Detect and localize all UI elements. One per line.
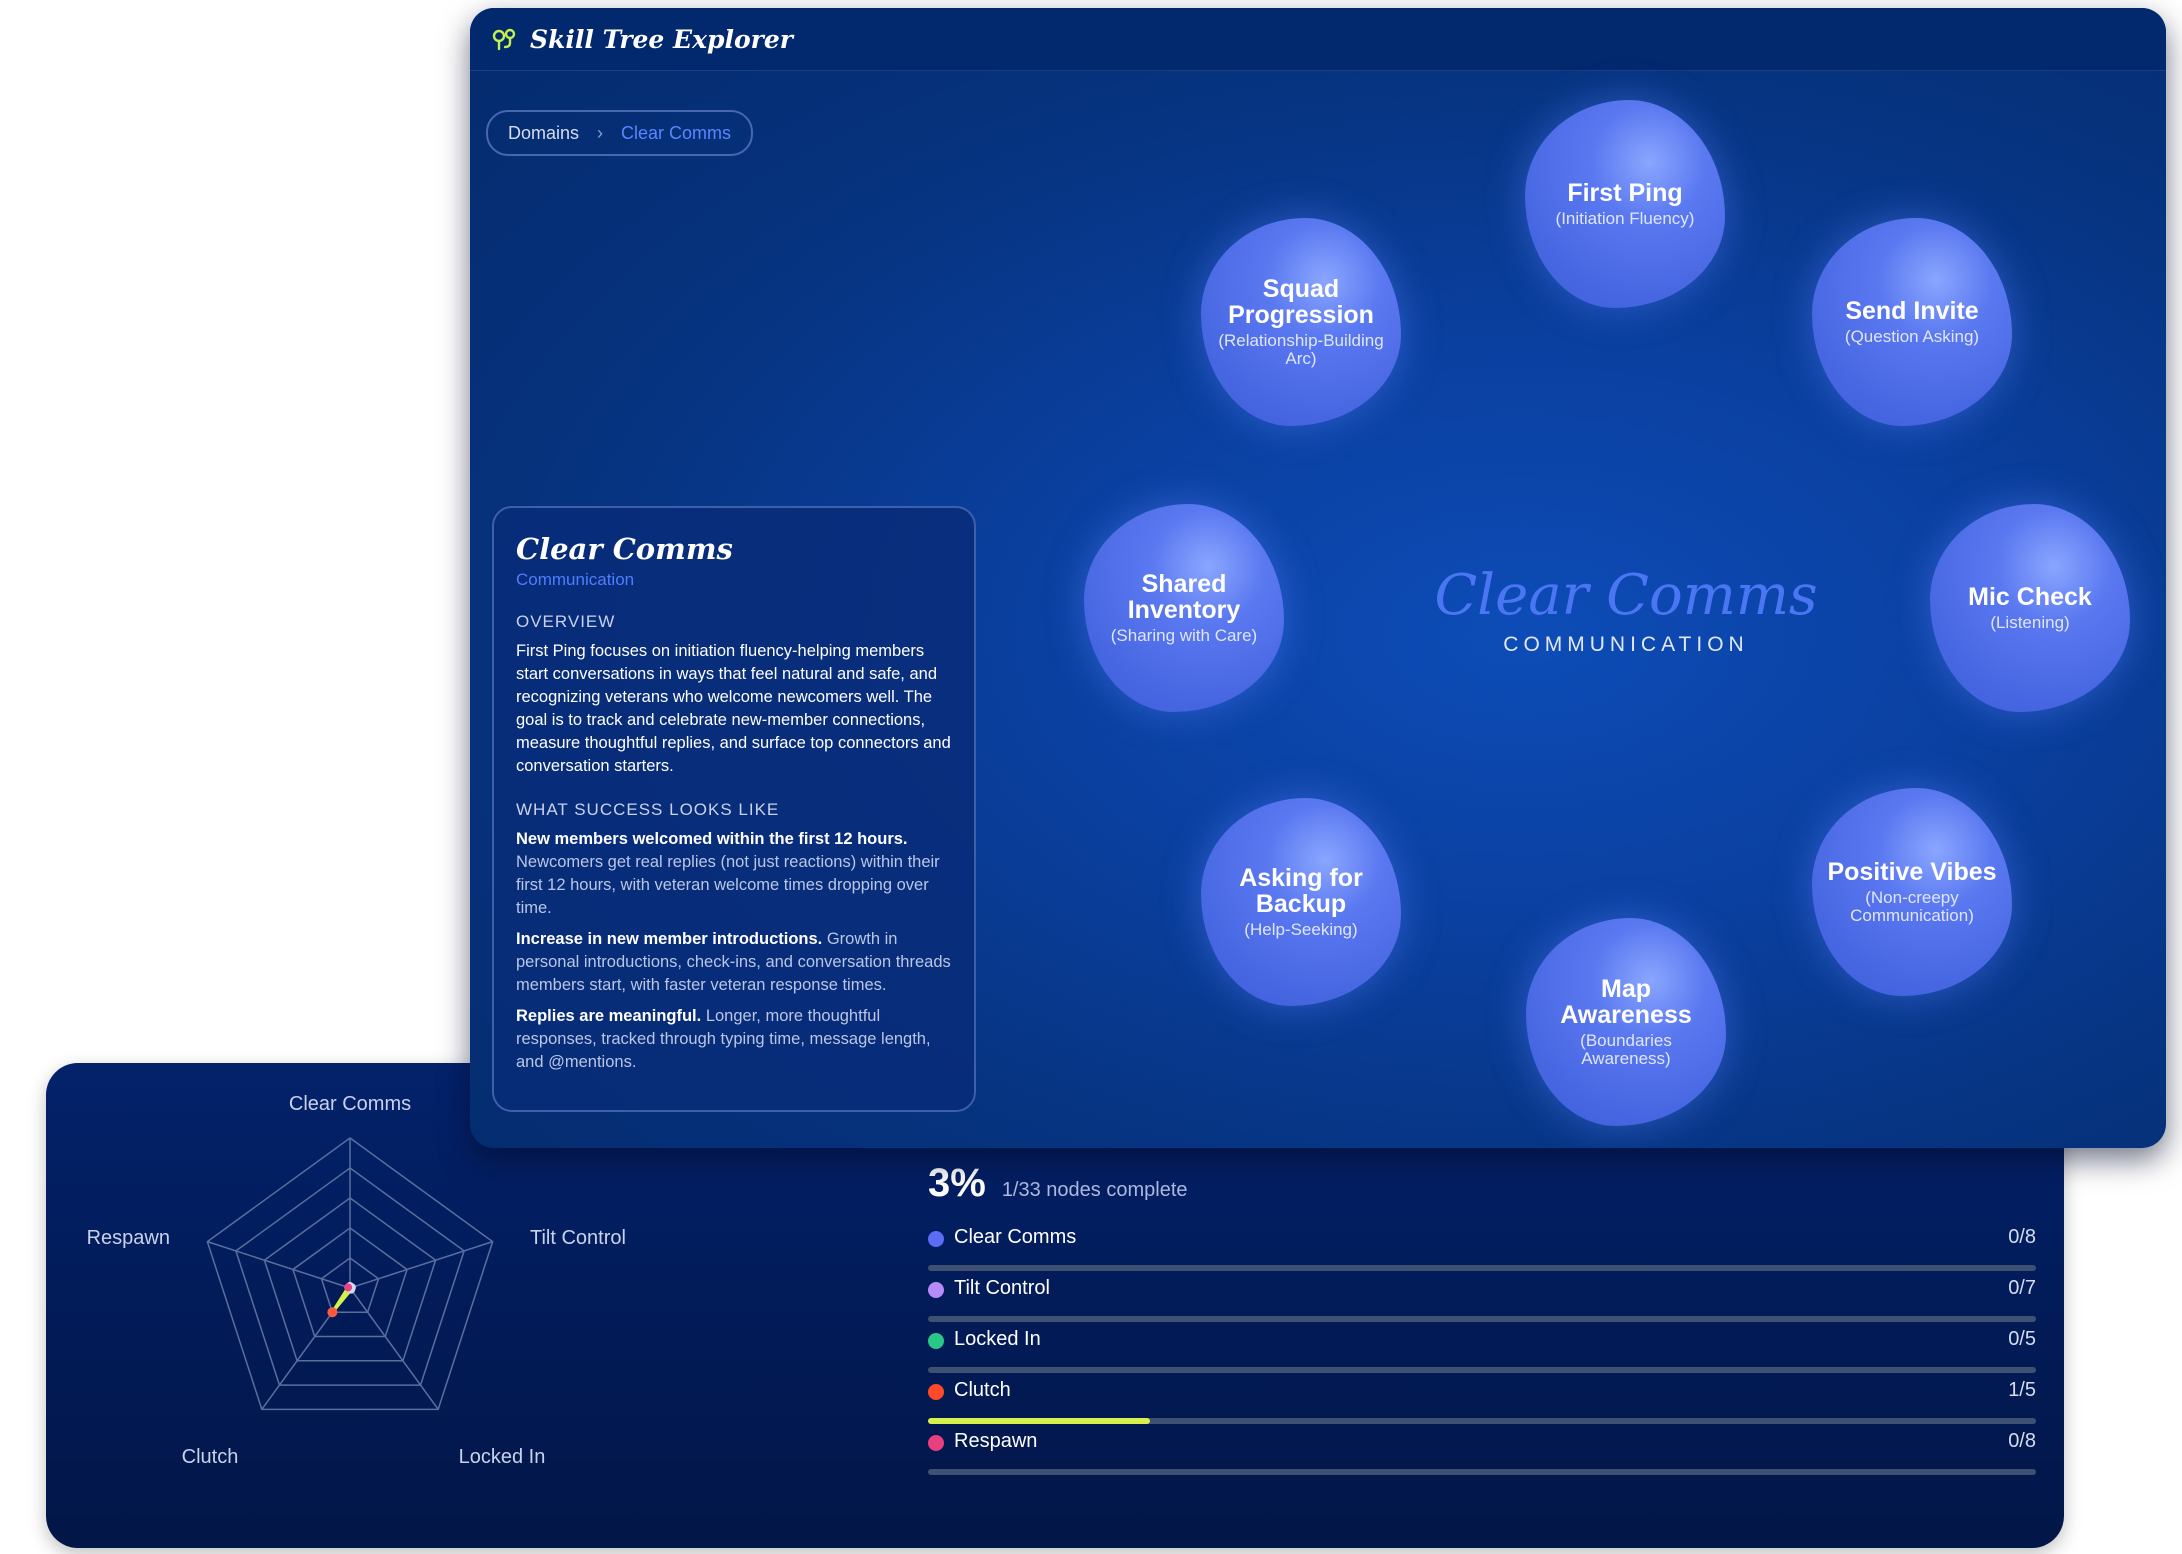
skill-node-mic-check[interactable]: Mic Check (Listening) xyxy=(1930,504,2130,712)
domain-count: 0/7 xyxy=(2008,1277,2036,1299)
domain-progress-bar xyxy=(928,1367,2036,1373)
node-title: First Ping xyxy=(1567,179,1683,207)
card-subtitle: Communication xyxy=(516,570,635,589)
node-title: Mic Check xyxy=(1968,583,2092,611)
domain-center-subtitle: COMMUNICATION xyxy=(1503,633,1749,656)
domain-progress-bar xyxy=(928,1265,2036,1271)
success-heading: WHAT SUCCESS LOOKS LIKE xyxy=(516,800,780,819)
progress-summary-text: 1/33 nodes complete xyxy=(1001,1179,1188,1201)
skill-node-shared-inventory[interactable]: Shared Inventory (Sharing with Care) xyxy=(1084,504,1284,712)
domain-color-dot xyxy=(928,1435,944,1451)
node-subtitle: (Help-Seeking) xyxy=(1244,920,1358,939)
radar-label-locked-in: Locked In xyxy=(459,1446,546,1468)
radar-label-clutch: Clutch xyxy=(182,1446,239,1468)
breadcrumb-domains-link[interactable]: Domains xyxy=(508,123,579,144)
node-title: Send Invite xyxy=(1845,297,1979,325)
breadcrumb: Domains › Clear Comms xyxy=(486,110,754,156)
node-title: Squad Progression xyxy=(1228,275,1374,329)
node-subtitle: (Relationship-Building Arc) xyxy=(1218,331,1384,368)
domain-row-tilt-control[interactable]: Tilt Control 0/7 xyxy=(928,1274,2036,1322)
radar-label-tilt-control: Tilt Control xyxy=(530,1227,626,1249)
node-subtitle: (Listening) xyxy=(1990,613,2070,632)
radar-spoke xyxy=(349,1240,493,1289)
radar-point-clutch xyxy=(327,1307,338,1318)
domain-row-locked-in[interactable]: Locked In 0/5 xyxy=(928,1325,2036,1373)
radar-label-respawn: Respawn xyxy=(87,1227,170,1249)
domain-name: Respawn xyxy=(954,1430,1038,1452)
node-subtitle: (Question Asking) xyxy=(1844,327,1980,346)
domain-progress-bar xyxy=(928,1418,2036,1424)
criterion-title: New members welcomed within the first 12… xyxy=(516,830,908,848)
criterion-title: Replies are meaningful. xyxy=(516,1007,702,1025)
breadcrumb-current[interactable]: Clear Comms xyxy=(621,123,731,144)
skill-node-positive-vibes[interactable]: Positive Vibes (Non-creepy Communication… xyxy=(1812,788,2012,996)
domain-color-dot xyxy=(928,1282,944,1298)
success-criterion: New members welcomed within the first 12… xyxy=(516,828,952,920)
domain-info-card: Clear Comms Communication OVERVIEW First… xyxy=(492,506,976,1112)
criterion-title: Increase in new member introductions. xyxy=(516,930,823,948)
domain-center-title: Clear Comms xyxy=(1434,563,1818,628)
node-subtitle: (Non-creepy Communication) xyxy=(1850,888,1974,925)
radar-grid xyxy=(206,1137,494,1411)
radar-spoke xyxy=(207,1240,351,1289)
domain-row-clutch[interactable]: Clutch 1/5 xyxy=(928,1376,2036,1424)
radar-label-clear-comms: Clear Comms xyxy=(289,1093,411,1115)
domain-count: 1/5 xyxy=(2008,1379,2036,1401)
domain-name: Tilt Control xyxy=(954,1277,1050,1299)
node-subtitle: (Boundaries Awareness) xyxy=(1580,1031,1672,1068)
skill-tree-window: Skill Tree Explorer Domains › Clear Comm… xyxy=(470,8,2166,1148)
overview-text: First Ping focuses on initiation fluency… xyxy=(516,642,951,775)
progress-summary: 3% 1/33 nodes complete xyxy=(928,1161,1188,1206)
overview-heading: OVERVIEW xyxy=(516,612,616,631)
domain-count: 0/8 xyxy=(2008,1430,2036,1452)
chevron-right-icon: › xyxy=(597,122,604,143)
node-subtitle: (Initiation Fluency) xyxy=(1555,209,1695,228)
domain-color-dot xyxy=(928,1333,944,1349)
domain-name: Clutch xyxy=(954,1379,1011,1401)
domain-color-dot xyxy=(928,1231,944,1247)
radar-spoke xyxy=(349,1287,439,1410)
domain-progress-bar xyxy=(928,1469,2036,1475)
app-title: Skill Tree Explorer xyxy=(530,24,793,54)
skill-node-send-invite[interactable]: Send Invite (Question Asking) xyxy=(1812,218,2012,426)
node-title: Shared Inventory xyxy=(1127,570,1241,624)
criterion-text: Newcomers get real replies (not just rea… xyxy=(516,853,940,917)
domain-name: Locked In xyxy=(954,1328,1041,1350)
skill-node-squad-progression[interactable]: Squad Progression (Relationship-Building… xyxy=(1201,218,1401,426)
node-title: Asking for Backup xyxy=(1239,864,1363,918)
radar-point-respawn xyxy=(344,1283,353,1292)
domain-count: 0/8 xyxy=(2008,1226,2036,1248)
domain-row-clear-comms[interactable]: Clear Comms 0/8 xyxy=(928,1223,2036,1271)
node-subtitle: (Sharing with Care) xyxy=(1110,626,1258,645)
success-criterion: Increase in new member introductions. Gr… xyxy=(516,928,952,997)
skill-tree-logo-icon xyxy=(492,28,516,51)
domain-color-dot xyxy=(928,1384,944,1400)
skill-node-map-awareness[interactable]: Map Awareness (Boundaries Awareness) xyxy=(1526,918,1726,1126)
node-title: Positive Vibes xyxy=(1827,858,1997,886)
skill-node-asking-for-backup[interactable]: Asking for Backup (Help-Seeking) xyxy=(1201,798,1401,1006)
skill-node-first-ping[interactable]: First Ping (Initiation Fluency) xyxy=(1525,100,1725,308)
domain-name: Clear Comms xyxy=(954,1226,1077,1248)
node-title: Map Awareness xyxy=(1560,975,1692,1029)
domain-progress-fill xyxy=(928,1418,1150,1424)
domain-row-respawn[interactable]: Respawn 0/8 xyxy=(928,1427,2036,1475)
card-title: Clear Comms xyxy=(516,532,733,566)
domain-progress-bar xyxy=(928,1316,2036,1322)
success-criterion: Replies are meaningful. Longer, more tho… xyxy=(516,1005,952,1074)
domain-count: 0/5 xyxy=(2008,1328,2036,1350)
app-header: Skill Tree Explorer xyxy=(470,8,2166,71)
progress-percent: 3% xyxy=(928,1161,986,1205)
